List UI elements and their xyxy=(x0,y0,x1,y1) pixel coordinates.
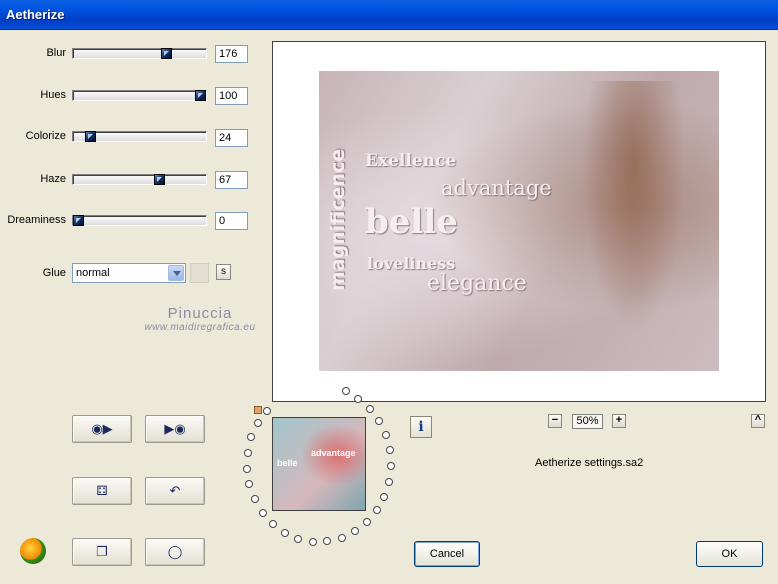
preview-text-1: Exellence xyxy=(365,151,457,171)
ring-icon: ◯ xyxy=(167,544,183,559)
watermark-name: Pinuccia xyxy=(167,305,233,322)
thumbnail-text-1: belle xyxy=(277,458,298,468)
ring-dot[interactable] xyxy=(281,529,289,537)
ring-dot[interactable] xyxy=(254,419,262,427)
preview-frame[interactable]: magnificence Exellence advantage belle l… xyxy=(272,41,766,402)
ring-dot[interactable] xyxy=(373,506,381,514)
cancel-button[interactable]: Cancel xyxy=(414,541,480,567)
ring-dot[interactable] xyxy=(338,534,346,542)
flame-logo-icon xyxy=(20,538,46,564)
ring-dot[interactable] xyxy=(251,495,259,503)
ring-dot[interactable] xyxy=(245,480,253,488)
dialog-client-area: Blur 176 Hues 100 Colorize 24 Haze 67 Dr… xyxy=(0,30,778,584)
thumbnail-marker[interactable] xyxy=(254,406,262,414)
blur-slider[interactable] xyxy=(72,48,207,59)
info-button[interactable]: i xyxy=(410,416,432,438)
haze-label: Haze xyxy=(40,173,66,185)
reset-button[interactable]: ◯ xyxy=(145,538,205,566)
glue-select[interactable]: normal xyxy=(72,263,186,283)
watermark-url: www.maidiregrafica.eu xyxy=(144,322,256,333)
zoom-in-button[interactable]: + xyxy=(612,414,626,428)
disc-play-icon: ◉▶ xyxy=(91,421,113,436)
ring-dot[interactable] xyxy=(382,431,390,439)
hues-label: Hues xyxy=(40,89,66,101)
dreaminess-slider[interactable] xyxy=(72,215,207,226)
blur-slider-thumb[interactable] xyxy=(161,48,172,59)
ring-dot[interactable] xyxy=(387,462,395,470)
window-title: Aetherize xyxy=(6,7,65,22)
colorize-slider[interactable] xyxy=(72,131,207,142)
collapse-button[interactable]: ^ xyxy=(751,414,765,428)
hues-slider[interactable] xyxy=(72,90,207,101)
ring-dot[interactable] xyxy=(294,535,302,543)
haze-slider[interactable] xyxy=(72,174,207,185)
blur-label: Blur xyxy=(46,47,66,59)
hues-slider-thumb[interactable] xyxy=(195,90,206,101)
title-bar: Aetherize xyxy=(0,0,778,30)
watermark: Pinuccia www.maidiregrafica.eu xyxy=(140,305,260,333)
ring-dot[interactable] xyxy=(351,527,359,535)
preview-text-3: belle xyxy=(365,202,458,242)
copy-button[interactable]: ❐ xyxy=(72,538,132,566)
dreaminess-label: Dreaminess xyxy=(7,214,66,226)
colorize-value-input[interactable]: 24 xyxy=(215,129,248,147)
ring-dot[interactable] xyxy=(323,537,331,545)
preview-text-2: advantage xyxy=(441,176,552,200)
ring-dot[interactable] xyxy=(309,538,317,546)
ring-dot[interactable] xyxy=(269,520,277,528)
hues-value-input[interactable]: 100 xyxy=(215,87,248,105)
preview-image: magnificence Exellence advantage belle l… xyxy=(319,71,719,371)
ring-dot[interactable] xyxy=(380,493,388,501)
haze-slider-thumb[interactable] xyxy=(154,174,165,185)
save-settings-button[interactable]: ▶◉ xyxy=(145,415,205,443)
dreaminess-value-input[interactable]: 0 xyxy=(215,212,248,230)
blur-value-input[interactable]: 176 xyxy=(215,45,248,63)
info-icon: i xyxy=(418,419,424,435)
ring-dot[interactable] xyxy=(354,395,362,403)
undo-button[interactable]: ↶ xyxy=(145,477,205,505)
thumbnail-text-2: advantage xyxy=(311,448,356,458)
preview-text-5: elegance xyxy=(427,271,527,296)
ring-dot[interactable] xyxy=(259,509,267,517)
glue-label: Glue xyxy=(42,267,66,279)
random-button[interactable]: ⚃ xyxy=(72,477,132,505)
ring-dot[interactable] xyxy=(243,465,251,473)
colorize-label: Colorize xyxy=(25,130,66,142)
ring-dot[interactable] xyxy=(244,449,252,457)
dreaminess-slider-thumb[interactable] xyxy=(73,215,84,226)
zoom-level: 50% xyxy=(572,414,603,429)
dice-icon: ⚃ xyxy=(96,483,108,498)
preview-figure xyxy=(574,81,694,361)
zoom-out-button[interactable]: − xyxy=(548,414,562,428)
ring-dot[interactable] xyxy=(385,478,393,486)
ok-button[interactable]: OK xyxy=(696,541,763,567)
ring-dot[interactable] xyxy=(247,433,255,441)
preview-text-vertical: magnificence xyxy=(327,148,349,291)
ring-dot[interactable] xyxy=(363,518,371,526)
colorize-slider-thumb[interactable] xyxy=(85,131,96,142)
glue-s-button[interactable]: s xyxy=(216,264,231,280)
ring-dot[interactable] xyxy=(263,407,271,415)
undo-arrow-icon: ↶ xyxy=(169,483,181,498)
chevron-down-icon[interactable] xyxy=(168,265,184,281)
ring-dot[interactable] xyxy=(342,387,350,395)
ring-dot[interactable] xyxy=(366,405,374,413)
ring-dot[interactable] xyxy=(375,417,383,425)
haze-value-input[interactable]: 67 xyxy=(215,171,248,189)
ring-dot[interactable] xyxy=(386,446,394,454)
glue-color-swatch xyxy=(190,263,209,283)
glue-selected-value: normal xyxy=(76,267,110,279)
settings-filename: Aetherize settings.sa2 xyxy=(535,457,644,469)
document-icon: ❐ xyxy=(96,544,108,559)
preview-thumbnail[interactable]: belle advantage xyxy=(272,417,366,511)
open-settings-button[interactable]: ◉▶ xyxy=(72,415,132,443)
play-disc-icon: ▶◉ xyxy=(164,421,186,436)
